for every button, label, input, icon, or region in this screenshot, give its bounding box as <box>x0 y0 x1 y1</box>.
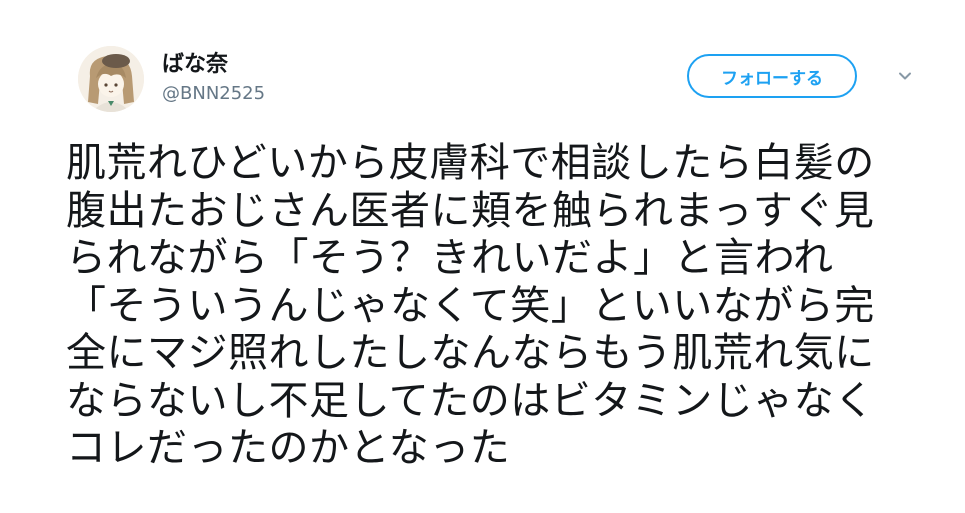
tweet-text-line: 全にマジ照れしたしなんならもう肌荒れ気に <box>66 330 875 376</box>
tweet-text: 肌荒れひどいから皮膚科で相談したら白髪の 腹出たおじさん医者に頬を触られまっすぐ… <box>66 140 926 473</box>
display-name[interactable]: ばな奈 <box>162 46 228 78</box>
chevron-down-icon[interactable] <box>895 66 915 86</box>
follow-button[interactable]: フォローする <box>687 54 857 98</box>
tweet-text-line: ならないし不足してたのはビタミンじゃなく <box>66 377 875 424</box>
avatar-illustration-icon <box>78 46 144 112</box>
tweet-text-line: られながら「そう？きれいだよ」と言われ <box>66 235 834 281</box>
avatar[interactable] <box>78 46 144 112</box>
tweet-text-line: 腹出たおじさん医者に頬を触られまっすぐ見 <box>66 187 875 234</box>
tweet-text-line: コレだったのかとなった <box>66 425 511 471</box>
tweet-text-line: 肌荒れひどいから皮膚科で相談したら白髪の <box>66 140 875 186</box>
user-handle[interactable]: @BNN2525 <box>162 83 265 104</box>
tweet-card: ばな奈 @BNN2525 フォローする 肌荒れひどいから皮膚科で相談したら白髪の… <box>0 0 965 513</box>
tweet-text-line: 「そういうんじゃなくて笑」といいながら完 <box>66 282 875 329</box>
